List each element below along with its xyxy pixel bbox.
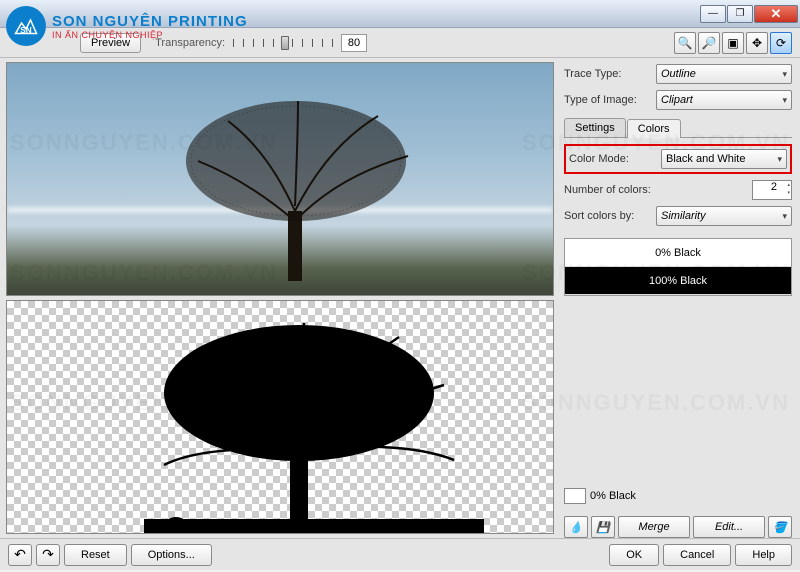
cancel-button[interactable]: Cancel	[663, 544, 731, 566]
source-tree-image	[168, 91, 448, 284]
num-colors-label: Number of colors:	[564, 184, 674, 196]
image-type-dropdown[interactable]: Clipart	[656, 90, 792, 110]
transparency-label: Transparency:	[155, 37, 225, 49]
tab-colors[interactable]: Colors	[627, 119, 681, 138]
zoom-out-icon[interactable]: 🔎	[698, 32, 720, 54]
tab-settings[interactable]: Settings	[564, 118, 626, 137]
num-colors-input[interactable]: 2	[752, 180, 792, 200]
fit-icon[interactable]: ▣	[722, 32, 744, 54]
options-button[interactable]: Options...	[131, 544, 212, 566]
maximize-button[interactable]: ❐	[727, 5, 753, 23]
dialog-footer: ↶ ↷ Reset Options... OK Cancel Help	[0, 538, 800, 570]
bucket-button[interactable]: 🪣	[768, 516, 792, 538]
pan-icon[interactable]: ✥	[746, 32, 768, 54]
trace-type-dropdown[interactable]: Outline	[656, 64, 792, 84]
traced-tree-silhouette	[144, 315, 484, 534]
transparency-input[interactable]	[341, 34, 367, 52]
rotate-icon[interactable]: ⟳	[770, 32, 792, 54]
zoom-in-icon[interactable]: 🔍	[674, 32, 696, 54]
sort-colors-label: Sort colors by:	[564, 210, 652, 222]
color-item-white[interactable]: 0% Black	[565, 239, 791, 267]
redo-button[interactable]: ↷	[36, 544, 60, 566]
edit-button[interactable]: Edit...	[693, 516, 765, 538]
image-type-label: Type of Image:	[564, 94, 652, 106]
trace-type-label: Trace Type:	[564, 68, 652, 80]
ok-button[interactable]: OK	[609, 544, 659, 566]
sort-colors-dropdown[interactable]: Similarity	[656, 206, 792, 226]
selected-color-swatch[interactable]	[564, 488, 586, 504]
help-button[interactable]: Help	[735, 544, 792, 566]
reset-button[interactable]: Reset	[64, 544, 127, 566]
color-mode-label: Color Mode:	[569, 153, 657, 165]
color-mode-highlight: Color Mode: Black and White	[564, 144, 792, 174]
transparency-slider[interactable]	[233, 34, 333, 52]
original-preview	[6, 62, 554, 296]
color-mode-dropdown[interactable]: Black and White	[661, 149, 787, 169]
color-list[interactable]: 0% Black 100% Black	[564, 238, 792, 296]
selected-color-label: 0% Black	[590, 490, 636, 502]
toolbar: Preview Transparency: 🔍 🔎 ▣ ✥ ⟳	[0, 28, 800, 58]
trace-options-panel: Trace Type: Outline Type of Image: Clipa…	[560, 58, 800, 538]
slider-handle[interactable]	[281, 36, 289, 50]
color-item-black[interactable]: 100% Black	[565, 267, 791, 295]
merge-button[interactable]: Merge	[618, 516, 690, 538]
traced-preview	[6, 300, 554, 534]
swatch-save-button[interactable]: 💾	[591, 516, 615, 538]
minimize-button[interactable]: —	[700, 5, 726, 23]
preview-button[interactable]: Preview	[80, 33, 141, 53]
close-button[interactable]: ✕	[754, 5, 798, 23]
eyedropper-button[interactable]: 💧	[564, 516, 588, 538]
undo-button[interactable]: ↶	[8, 544, 32, 566]
